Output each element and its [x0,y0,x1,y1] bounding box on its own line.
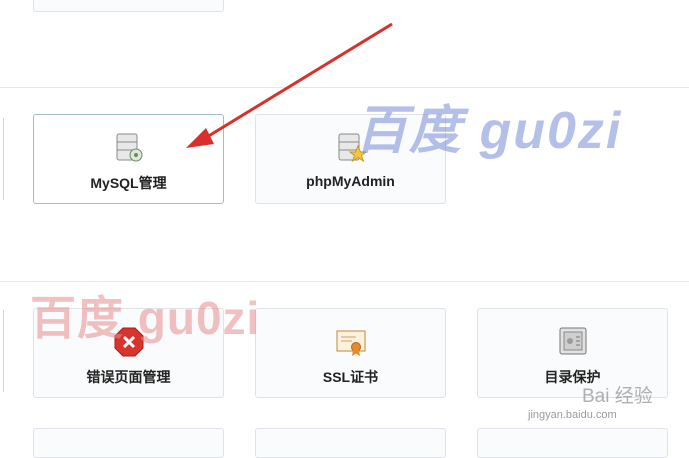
phpmyadmin-label: phpMyAdmin [306,173,395,189]
database-gear-icon [116,133,142,162]
jingyan-site-watermark: jingyan.baidu.com [528,409,617,421]
certificate-icon [336,330,365,356]
ssl-certificate-label: SSL证书 [322,369,379,385]
partial-tile-edge-left[interactable] [0,118,4,200]
database-star-icon [338,133,366,163]
section-divider-1 [0,87,689,88]
ssl-certificate-tile[interactable]: SSL证书 [255,308,446,398]
partial-tile-bottom-1[interactable] [33,428,224,458]
error-pages-label: 错误页面管理 [86,369,171,385]
partial-tile-bottom-2[interactable] [255,428,446,458]
directory-protection-tile[interactable]: 目录保护 [477,308,668,398]
mysql-management-label: MySQL管理 [90,175,167,191]
error-pages-tile[interactable]: 错误页面管理 [33,308,224,398]
mysql-management-tile[interactable]: MySQL管理 [33,114,224,204]
section-divider-2 [0,281,689,282]
safe-icon [559,327,586,355]
error-x-icon [114,327,143,357]
directory-protection-label: 目录保护 [544,369,601,385]
partial-tile-bottom-3[interactable] [477,428,668,458]
partial-tile-edge-left-2[interactable] [0,310,4,392]
phpmyadmin-tile[interactable]: phpMyAdmin [255,114,446,204]
partial-tile-top-1[interactable] [33,0,224,12]
